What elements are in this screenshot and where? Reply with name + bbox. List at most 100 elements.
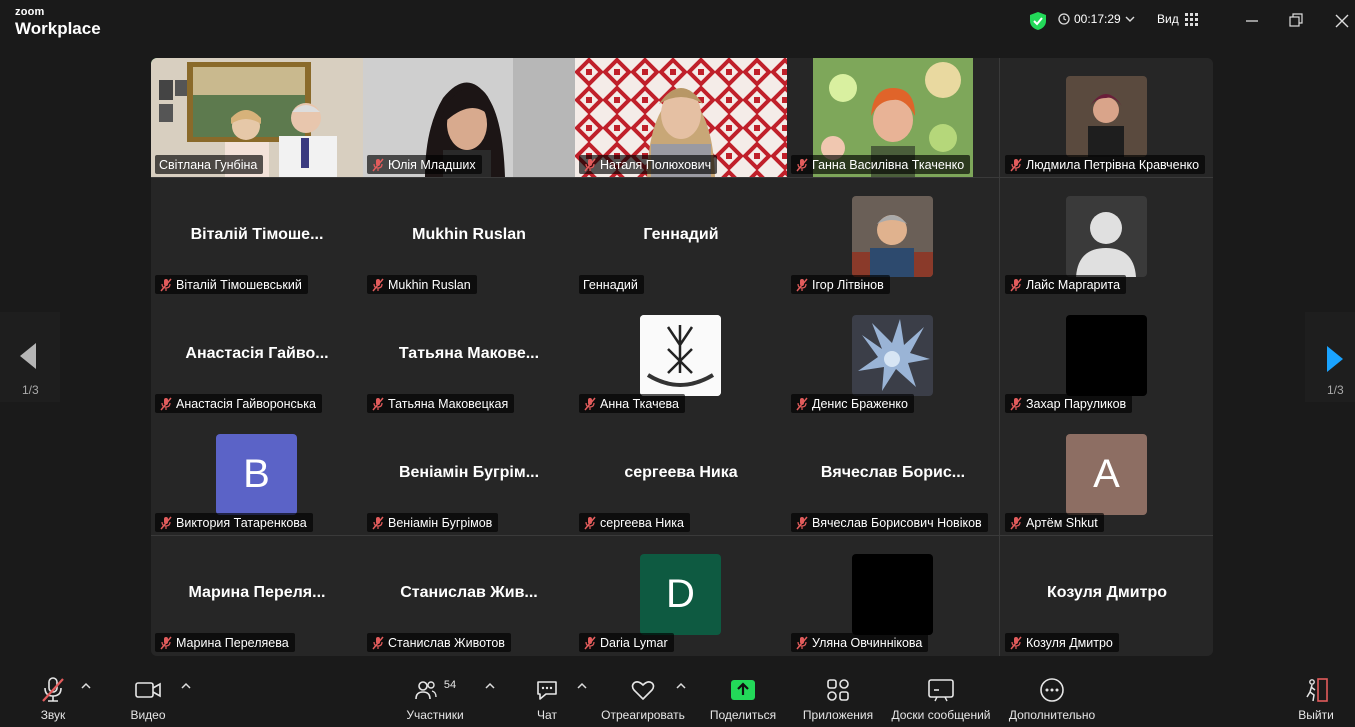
participants-button[interactable]: 54 Участники: [400, 676, 470, 722]
grid-divider: [151, 177, 1213, 178]
participant-tile[interactable]: Веніамін Бугрім... Веніамін Бугрімов: [363, 416, 575, 535]
muted-mic-icon: [796, 158, 808, 171]
participant-tile[interactable]: D Daria Lymar: [575, 536, 787, 655]
participant-tile[interactable]: Світлана Гунбіна: [151, 58, 363, 177]
grid-divider: [151, 535, 1213, 536]
participant-name-label: Daria Lymar: [579, 633, 674, 652]
participant-name-label: Станислав Животов: [367, 633, 511, 652]
participant-tile[interactable]: сергеева Ника сергеева Ника: [575, 416, 787, 535]
grid-divider: [999, 58, 1000, 656]
prev-page-indicator: 1/3: [22, 383, 39, 397]
participant-tile[interactable]: Козуля Дмитро Козуля Дмитро: [1001, 536, 1213, 655]
participant-display-name: Анастасія Гайво...: [185, 345, 329, 362]
audio-button[interactable]: Звук: [28, 676, 78, 722]
muted-mic-icon: [584, 158, 596, 171]
participant-tile[interactable]: Анна Ткачева: [575, 297, 787, 416]
audio-options-caret-icon[interactable]: [81, 682, 91, 690]
participant-tile[interactable]: Денис Браженко: [787, 297, 999, 416]
muted-mic-icon: [160, 636, 172, 649]
muted-mic-icon: [584, 636, 596, 649]
share-button[interactable]: Поделиться: [706, 676, 780, 722]
participant-name-label: Геннадий: [579, 275, 644, 294]
close-button[interactable]: [1330, 10, 1354, 32]
participant-photo: [852, 554, 933, 635]
participant-display-name: Віталій Тімоше...: [190, 226, 324, 243]
muted-mic-icon: [584, 397, 596, 410]
participant-tile[interactable]: Ганна Василівна Ткаченко: [787, 58, 999, 177]
muted-mic-icon: [372, 278, 384, 291]
security-shield-icon[interactable]: [1029, 11, 1047, 31]
participant-tile[interactable]: Віталій Тімоше... Віталій Тімошевський: [151, 178, 363, 297]
muted-mic-icon: [160, 278, 172, 291]
close-icon: [1335, 14, 1349, 28]
participant-name-label: Анна Ткачева: [579, 394, 685, 413]
participants-count: 54: [443, 679, 457, 691]
chat-icon: [537, 681, 557, 700]
muted-mic-icon: [1010, 158, 1022, 171]
participant-tile[interactable]: Геннадий Геннадий: [575, 178, 787, 297]
participant-display-name: Козуля Дмитро: [1047, 584, 1167, 601]
participant-photo: [1066, 76, 1147, 157]
participant-tile[interactable]: B Виктория Татаренкова: [151, 416, 363, 535]
participant-tile[interactable]: Ігор Літвінов: [787, 178, 999, 297]
participant-tile[interactable]: Лайс Маргарита: [1001, 178, 1213, 297]
muted-mic-icon: [584, 516, 596, 529]
participant-tile[interactable]: A Артём Shkut: [1001, 416, 1213, 535]
muted-mic-icon: [372, 158, 384, 171]
video-options-caret-icon[interactable]: [181, 682, 191, 690]
participant-photo: [852, 315, 933, 396]
participant-tile[interactable]: Уляна Овчиннікова: [787, 536, 999, 655]
participant-tile[interactable]: Марина Переля... Марина Переляева: [151, 536, 363, 655]
arrow-left-icon: [20, 343, 36, 369]
participant-tile[interactable]: Наталя Полюхович: [575, 58, 787, 177]
arrow-right-icon: [1327, 346, 1343, 372]
heart-icon: [631, 681, 655, 700]
muted-mic-icon: [372, 397, 384, 410]
leave-icon: [1306, 678, 1328, 702]
react-button[interactable]: Отреагировать: [598, 676, 688, 722]
participant-display-name: Геннадий: [643, 226, 719, 243]
participant-tile[interactable]: Вячеслав Борис... Вячеслав Борисович Нов…: [787, 416, 999, 535]
chat-button[interactable]: Чат: [527, 676, 567, 722]
participant-name-label: Марина Переляева: [155, 633, 295, 652]
participants-options-caret-icon[interactable]: [485, 682, 495, 690]
video-camera-icon: [135, 682, 161, 698]
meeting-timer[interactable]: 00:17:29: [1058, 12, 1135, 26]
participant-tile[interactable]: Татьяна Макове... Татьяна Маковецкая: [363, 297, 575, 416]
video-button[interactable]: Видео: [123, 676, 173, 722]
more-dots-icon: [1040, 678, 1064, 702]
muted-mic-icon: [372, 636, 384, 649]
participant-tile[interactable]: Станислав Жив... Станислав Животов: [363, 536, 575, 655]
participant-tile[interactable]: Анастасія Гайво... Анастасія Гайворонськ…: [151, 297, 363, 416]
react-options-caret-icon[interactable]: [676, 682, 686, 690]
minimize-button[interactable]: [1240, 10, 1264, 32]
muted-mic-icon: [796, 516, 808, 529]
minimize-icon: [1246, 20, 1258, 22]
chat-options-caret-icon[interactable]: [577, 682, 587, 690]
next-page-indicator: 1/3: [1327, 383, 1344, 397]
leave-button[interactable]: Выйти: [1293, 676, 1339, 722]
participant-name-label: Лайс Маргарита: [1005, 275, 1127, 294]
participant-display-name: Веніамін Бугрім...: [398, 464, 540, 481]
share-screen-icon: [731, 680, 755, 700]
muted-mic-icon: [796, 397, 808, 410]
more-button[interactable]: Дополнительно: [1004, 676, 1100, 722]
muted-mic-icon: [160, 516, 172, 529]
letter-avatar: D: [640, 554, 721, 635]
whiteboards-button[interactable]: Доски сообщений: [887, 676, 995, 722]
restore-icon: [1289, 13, 1303, 27]
participant-name-label: Mukhin Ruslan: [367, 275, 477, 294]
participant-name-label: Ганна Василівна Ткаченко: [791, 155, 971, 174]
participant-tile[interactable]: Юлія Младших: [363, 58, 575, 177]
restore-button[interactable]: [1284, 10, 1308, 32]
apps-button[interactable]: Приложения: [798, 676, 878, 722]
participant-name-label: Татьяна Маковецкая: [367, 394, 515, 413]
participants-icon: [415, 681, 437, 700]
participant-tile[interactable]: Людмила Петрівна Кравченко: [1001, 58, 1213, 177]
participant-name-label: Козуля Дмитро: [1005, 633, 1119, 652]
view-button[interactable]: Вид: [1157, 12, 1198, 26]
participant-tile[interactable]: Захар Паруликов: [1001, 297, 1213, 416]
participant-tile[interactable]: Mukhin Ruslan Mukhin Ruslan: [363, 178, 575, 297]
participant-name-label: Наталя Полюхович: [579, 155, 718, 174]
participant-name-label: Захар Паруликов: [1005, 394, 1133, 413]
